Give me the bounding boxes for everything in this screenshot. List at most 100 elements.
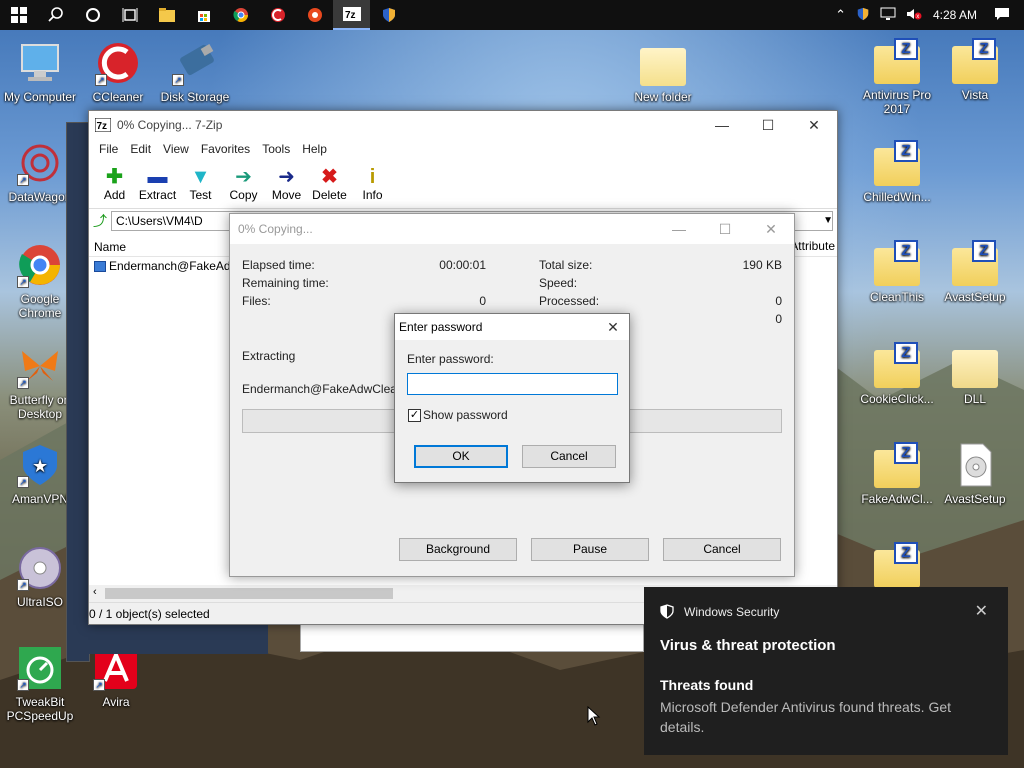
password-titlebar[interactable]: Enter password ✕ — [395, 314, 629, 340]
file-name: Endermanch@FakeAdw — [109, 259, 240, 273]
add-button[interactable]: ✚ Add — [93, 166, 136, 208]
background-window-panel — [300, 622, 644, 652]
delete-button[interactable]: ✖ Delete — [308, 166, 351, 208]
task-view-icon[interactable] — [111, 0, 148, 30]
address-dropdown-icon[interactable]: ▼ — [823, 215, 833, 226]
start-button[interactable] — [0, 0, 37, 30]
defender-icon[interactable] — [370, 0, 407, 30]
desktop-icon-chilledwin[interactable]: Z ChilledWin... — [857, 140, 937, 204]
menu-view[interactable]: View — [157, 142, 195, 156]
show-password-label[interactable]: Show password — [423, 408, 508, 422]
copying-title: 0% Copying... — [238, 222, 313, 236]
close-notification-icon[interactable]: ✕ — [975, 601, 988, 621]
mouse-cursor-icon — [587, 706, 601, 726]
pause-button[interactable]: Pause — [531, 538, 649, 561]
close-button[interactable]: ✕ — [597, 319, 629, 336]
taskbar-clock[interactable]: 4:28 AM — [927, 8, 989, 22]
chevron-up-icon[interactable]: ⌃ — [830, 7, 851, 23]
desktop-icon-label: Antivirus Pro 2017 — [862, 88, 932, 116]
checkmark-icon: ✓ — [409, 409, 420, 421]
desktop-icon-zip-folder[interactable]: Z — [857, 542, 937, 592]
zip-badge-icon: Z — [894, 342, 918, 364]
notification-source: Windows Security — [684, 604, 780, 619]
svg-text:7z: 7z — [345, 10, 356, 21]
store-icon[interactable] — [185, 0, 222, 30]
selection-status: 0 / 1 object(s) selected — [89, 607, 210, 621]
menu-edit[interactable]: Edit — [124, 142, 157, 156]
desktop-icon-label: Disk Storage — [160, 90, 230, 104]
scrollbar-thumb[interactable] — [105, 588, 393, 599]
svg-text:x: x — [916, 14, 919, 20]
password-dialog-title: Enter password — [399, 320, 483, 334]
minus-icon: ▬ — [147, 166, 168, 188]
close-button[interactable]: ✕ — [791, 117, 837, 134]
desktop-icon-new-folder[interactable]: New folder — [623, 40, 703, 104]
desktop-icon-fakeadwcl[interactable]: Z FakeAdwCl... — [857, 442, 937, 506]
desktop-icon-label: Avira — [102, 695, 130, 709]
ok-button[interactable]: OK — [414, 445, 508, 468]
desktop-icon-dll[interactable]: DLL — [935, 342, 1015, 406]
taskbar: 7z ⌃ x 4:28 AM — [0, 0, 1024, 30]
search-icon[interactable] — [37, 0, 74, 30]
close-button[interactable]: ✕ — [748, 221, 794, 238]
desktop-icon-avastsetup-file[interactable]: AvastSetup — [935, 442, 1015, 506]
file-explorer-icon[interactable] — [148, 0, 185, 30]
extract-button[interactable]: ▬ Extract — [136, 166, 179, 208]
desktop-icon-disk-storage[interactable]: ↗ Disk Storage — [155, 40, 235, 104]
installer-disc-icon — [960, 443, 992, 487]
security-notification[interactable]: Windows Security ✕ Virus & threat protec… — [644, 587, 1008, 755]
desktop-icon-cookieclick[interactable]: Z CookieClick... — [857, 342, 937, 406]
up-folder-icon[interactable]: ⤴ — [93, 211, 107, 231]
maximize-button[interactable]: ☐ — [745, 117, 791, 134]
password-dialog: Enter password ✕ Enter password: ✓ Show … — [394, 313, 630, 483]
desktop-icon-my-computer[interactable]: My Computer — [0, 40, 80, 104]
desktop-icon-antivirus-pro[interactable]: Z Antivirus Pro 2017 — [857, 38, 937, 116]
copy-arrow-icon: ➔ — [235, 166, 252, 188]
cancel-copy-button[interactable]: Cancel — [663, 538, 781, 561]
show-password-checkbox[interactable]: ✓ — [408, 409, 421, 422]
maximize-button[interactable]: ☐ — [702, 221, 748, 238]
action-center-icon[interactable] — [989, 7, 1024, 24]
7zip-titlebar[interactable]: 7z 0% Copying... 7-Zip — ☐ ✕ — [89, 111, 837, 139]
shortcut-arrow-icon: ↗ — [172, 74, 184, 86]
desktop-icon-cleanthis[interactable]: Z CleanThis — [857, 240, 937, 304]
desktop-icon-ccleaner[interactable]: ↗ CCleaner — [78, 40, 158, 104]
computer-icon — [21, 44, 59, 81]
shield-tray-icon[interactable] — [851, 7, 875, 24]
test-button[interactable]: ▼ Test — [179, 166, 222, 208]
move-button[interactable]: ➜ Move — [265, 166, 308, 208]
network-icon[interactable] — [875, 7, 901, 24]
notification-heading: Virus & threat protection — [660, 637, 836, 654]
address-text: C:\Users\VM4\D — [116, 214, 203, 228]
copying-titlebar[interactable]: 0% Copying... — ☐ ✕ — [230, 214, 794, 244]
volume-muted-icon[interactable]: x — [901, 7, 927, 24]
scroll-left-icon[interactable]: ‹ — [93, 586, 97, 598]
zip-badge-icon: Z — [894, 442, 918, 464]
cortana-icon[interactable] — [74, 0, 111, 30]
menu-help[interactable]: Help — [296, 142, 333, 156]
copy-button[interactable]: ➔ Copy — [222, 166, 265, 208]
ccleaner-icon[interactable] — [259, 0, 296, 30]
shortcut-arrow-icon: ↗ — [17, 579, 29, 591]
password-input[interactable] — [407, 373, 618, 395]
info-button[interactable]: i Info — [351, 166, 394, 208]
menu-tools[interactable]: Tools — [256, 142, 296, 156]
7zip-taskbar-icon[interactable]: 7z — [333, 0, 370, 30]
elapsed-value: 00:00:01 — [439, 258, 486, 272]
notification-subheading: Threats found — [660, 677, 754, 693]
avast-icon[interactable] — [296, 0, 333, 30]
minimize-button[interactable]: — — [656, 221, 702, 238]
shortcut-arrow-icon: ↗ — [17, 476, 29, 488]
zip-badge-icon: Z — [894, 140, 918, 162]
background-button[interactable]: Background — [399, 538, 517, 561]
minimize-button[interactable]: — — [699, 117, 745, 134]
cancel-button[interactable]: Cancel — [522, 445, 616, 468]
desktop-icon-avastsetup-folder[interactable]: Z AvastSetup — [935, 240, 1015, 304]
menu-favorites[interactable]: Favorites — [195, 142, 256, 156]
notification-body: Microsoft Defender Antivirus found threa… — [660, 699, 952, 735]
menu-file[interactable]: File — [93, 142, 124, 156]
desktop-icon-vista[interactable]: Z Vista — [935, 38, 1015, 102]
column-header-attribute[interactable]: Attribute — [790, 239, 835, 253]
move-arrow-icon: ➜ — [278, 166, 295, 188]
chrome-icon[interactable] — [222, 0, 259, 30]
